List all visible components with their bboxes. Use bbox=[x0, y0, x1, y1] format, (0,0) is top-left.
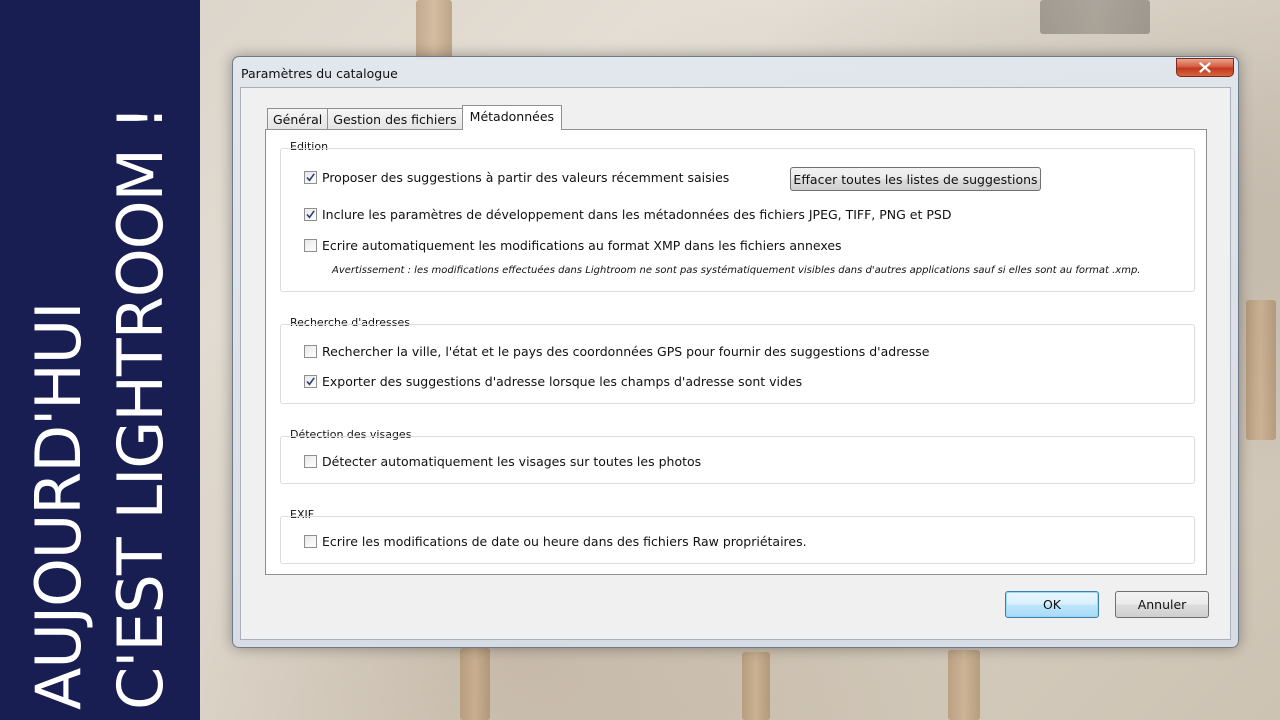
catalog-settings-dialog: Paramètres du catalogue Général Gestion … bbox=[232, 56, 1239, 648]
background-clothespin bbox=[742, 652, 770, 720]
include-dev-settings-option[interactable]: Inclure les paramètres de développement … bbox=[304, 207, 951, 222]
tab-general[interactable]: Général bbox=[267, 108, 329, 130]
checkmark-icon bbox=[306, 377, 315, 386]
banner-line-2: C'EST LIGHTROOM ! bbox=[104, 106, 177, 710]
ok-button[interactable]: OK bbox=[1005, 591, 1099, 618]
close-button[interactable] bbox=[1176, 58, 1234, 77]
suggestions-label: Proposer des suggestions à partir des va… bbox=[322, 170, 730, 185]
metadata-tab-panel: Edition Proposer des suggestions à parti… bbox=[265, 129, 1207, 575]
dialog-titlebar[interactable]: Paramètres du catalogue bbox=[233, 57, 1238, 87]
group-box-address bbox=[280, 324, 1195, 404]
face-detection-checkbox[interactable] bbox=[304, 455, 317, 468]
auto-write-xmp-checkbox[interactable] bbox=[304, 239, 317, 252]
suggestions-option[interactable]: Proposer des suggestions à partir des va… bbox=[304, 170, 729, 185]
export-address-label: Exporter des suggestions d'adresse lorsq… bbox=[322, 374, 803, 389]
background-clothespin bbox=[460, 648, 490, 720]
include-dev-settings-label: Inclure les paramètres de développement … bbox=[322, 207, 952, 222]
tab-file-handling[interactable]: Gestion des fichiers bbox=[327, 108, 463, 130]
gps-lookup-label: Rechercher la ville, l'état et le pays d… bbox=[322, 344, 930, 359]
exif-write-checkbox[interactable] bbox=[304, 535, 317, 548]
clear-suggestions-button[interactable]: Effacer toutes les listes de suggestions bbox=[790, 167, 1041, 191]
suggestions-checkbox[interactable] bbox=[304, 171, 317, 184]
checkmark-icon bbox=[306, 173, 315, 182]
xmp-warning-text: Avertissement : les modifications effect… bbox=[332, 265, 1141, 276]
export-address-option[interactable]: Exporter des suggestions d'adresse lorsq… bbox=[304, 374, 802, 389]
background-clothespin bbox=[416, 0, 452, 60]
exif-write-option[interactable]: Ecrire les modifications de date ou heur… bbox=[304, 534, 807, 549]
cancel-button[interactable]: Annuler bbox=[1115, 591, 1209, 618]
banner-line-1: AUJOURD'HUI bbox=[22, 302, 95, 710]
checkmark-icon bbox=[306, 210, 315, 219]
background-clothespin bbox=[1246, 300, 1276, 440]
include-dev-settings-checkbox[interactable] bbox=[304, 208, 317, 221]
background-clothespin bbox=[948, 650, 980, 720]
gps-lookup-option[interactable]: Rechercher la ville, l'état et le pays d… bbox=[304, 344, 929, 359]
export-address-checkbox[interactable] bbox=[304, 375, 317, 388]
side-banner: AUJOURD'HUI C'EST LIGHTROOM ! bbox=[0, 0, 200, 720]
tab-metadata[interactable]: Métadonnées bbox=[461, 105, 563, 130]
background-photo bbox=[1040, 0, 1150, 34]
exif-write-label: Ecrire les modifications de date ou heur… bbox=[322, 534, 807, 549]
face-detection-option[interactable]: Détecter automatiquement les visages sur… bbox=[304, 454, 701, 469]
dialog-client-area: Général Gestion des fichiers Métadonnées… bbox=[240, 87, 1231, 640]
auto-write-xmp-label: Ecrire automatiquement les modifications… bbox=[322, 238, 842, 253]
tab-bar: Général Gestion des fichiers Métadonnées bbox=[267, 105, 563, 130]
face-detection-label: Détecter automatiquement les visages sur… bbox=[322, 454, 702, 469]
gps-lookup-checkbox[interactable] bbox=[304, 345, 317, 358]
banner-text: AUJOURD'HUI C'EST LIGHTROOM ! bbox=[18, 10, 182, 710]
auto-write-xmp-option[interactable]: Ecrire automatiquement les modifications… bbox=[304, 238, 842, 253]
dialog-title: Paramètres du catalogue bbox=[241, 66, 398, 81]
close-icon bbox=[1199, 62, 1211, 73]
